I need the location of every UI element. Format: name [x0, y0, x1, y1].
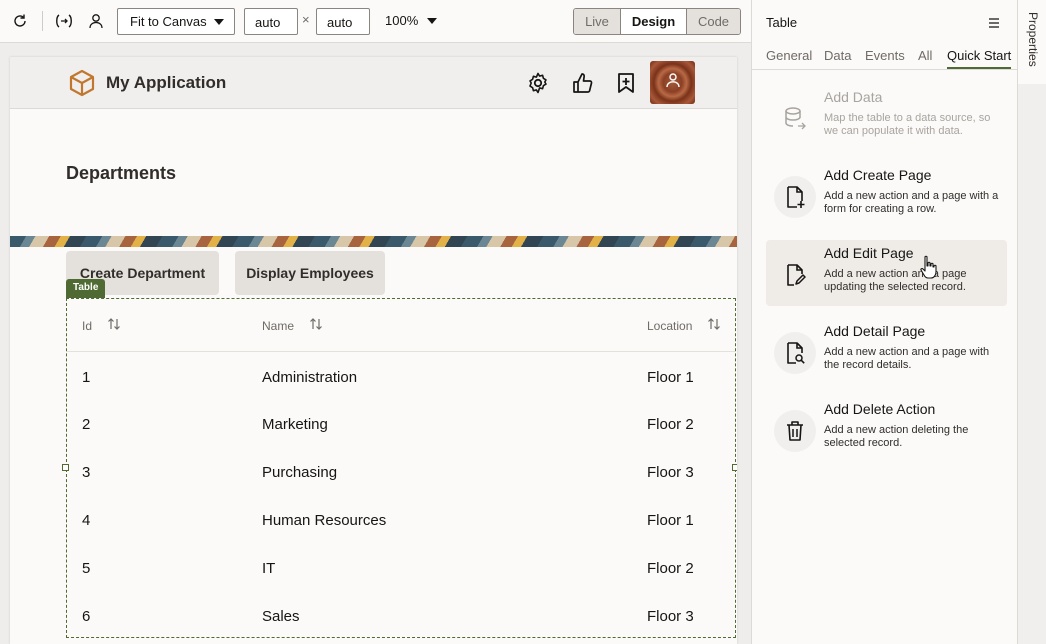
- quick-start-title: Add Detail Page: [824, 323, 926, 339]
- cell-id: 6: [82, 608, 91, 625]
- cell-location: Floor 1: [647, 512, 694, 529]
- zoom-level[interactable]: 100%: [385, 13, 418, 28]
- panel-title: Table: [766, 15, 798, 30]
- tab-quick-start[interactable]: Quick Start: [947, 48, 1012, 69]
- hand-pointer-cursor-icon: [920, 255, 938, 279]
- settings-gear-icon[interactable]: [525, 70, 551, 96]
- table-selection-tag: Table: [66, 279, 106, 298]
- sort-icon[interactable]: [107, 317, 121, 331]
- page-edit-icon: [774, 254, 816, 296]
- thumbs-up-icon[interactable]: [569, 70, 595, 96]
- quick-start-title: Add Create Page: [824, 167, 932, 183]
- cell-location: Floor 2: [647, 416, 694, 433]
- tab-events[interactable]: Events: [865, 48, 905, 63]
- quick-start-description: Map the table to a data source, so we ca…: [824, 112, 991, 137]
- chevron-down-icon: [214, 19, 224, 25]
- cell-name: Sales: [262, 608, 300, 625]
- zoom-dropdown-icon[interactable]: [427, 18, 437, 24]
- properties-side-tab[interactable]: Properties: [1018, 0, 1046, 84]
- refresh-icon[interactable]: [10, 11, 30, 31]
- variable-icon[interactable]: [54, 11, 74, 31]
- cell-name: Purchasing: [262, 464, 338, 481]
- fit-select-value: Fit to Canvas: [130, 14, 207, 29]
- quick-start-add-edit-page[interactable]: Add Edit Page Add a new action and a pag…: [766, 240, 1007, 306]
- cell-id: 1: [82, 369, 91, 386]
- quick-start-add-detail-page[interactable]: Add Detail Page Add a new action and a p…: [766, 318, 1007, 384]
- quick-start-add-data: Add Data Map the table to a data source,…: [766, 84, 1007, 150]
- properties-side-tab-label: Properties: [1026, 12, 1040, 67]
- app-title: My Application: [106, 73, 227, 92]
- cell-location: Floor 1: [647, 369, 694, 386]
- cell-id: 2: [82, 416, 91, 433]
- cell-location: Floor 3: [647, 464, 694, 481]
- quick-start-title: Add Edit Page: [824, 245, 914, 261]
- user-avatar[interactable]: [650, 61, 695, 104]
- quick-start-title: Add Delete Action: [824, 401, 936, 417]
- cell-id: 5: [82, 560, 91, 577]
- tab-general[interactable]: General: [766, 48, 812, 63]
- quick-start-title: Add Data: [824, 89, 883, 105]
- trash-icon: [774, 410, 816, 452]
- tab-divider: [752, 69, 1018, 70]
- app-header: My Application: [10, 57, 737, 109]
- cell-name: IT: [262, 560, 276, 577]
- tab-data[interactable]: Data: [824, 48, 851, 63]
- canvas-height-input[interactable]: auto: [316, 8, 370, 35]
- hamburger-menu-icon[interactable]: [988, 16, 1000, 28]
- toolbar-divider: [42, 11, 43, 31]
- user-avatar-icon: [665, 72, 681, 93]
- cell-name: Human Resources: [262, 512, 387, 529]
- canvas-width-input[interactable]: auto: [244, 8, 298, 35]
- cell-location: Floor 2: [647, 560, 694, 577]
- cell-name: Administration: [262, 369, 358, 386]
- properties-panel: Table General Data Events All Quick Star…: [751, 0, 1018, 644]
- page-add-icon: [774, 176, 816, 218]
- cell-location: Floor 3: [647, 608, 694, 625]
- design-canvas: My Application Departments Create Depart…: [10, 57, 737, 644]
- column-header-id[interactable]: Id: [82, 319, 92, 333]
- quick-start-description: Add a new action deleting the selected r…: [824, 424, 969, 449]
- page-title: Departments: [66, 163, 177, 183]
- page-search-icon: [774, 332, 816, 374]
- table-header-divider: [67, 351, 735, 352]
- column-header-location[interactable]: Location: [647, 319, 692, 333]
- live-mode-button[interactable]: Live: [574, 9, 621, 34]
- quick-start-add-create-page[interactable]: Add Create Page Add a new action and a p…: [766, 162, 1007, 228]
- times-symbol: ×: [302, 12, 310, 27]
- quick-start-description: Add a new action and a page with the rec…: [824, 346, 990, 371]
- display-employees-button[interactable]: Display Employees: [235, 251, 385, 295]
- side-tab-strip: Properties: [1017, 0, 1046, 644]
- column-header-name[interactable]: Name: [262, 319, 294, 333]
- database-icon: [774, 98, 816, 140]
- fit-to-canvas-select[interactable]: Fit to Canvas: [117, 8, 235, 35]
- view-mode-toggle: Live Design Code: [573, 8, 741, 35]
- user-role-icon[interactable]: [86, 11, 106, 31]
- resize-handle-right[interactable]: [732, 464, 737, 471]
- cell-id: 3: [82, 464, 91, 481]
- sort-icon[interactable]: [309, 317, 323, 331]
- app-logo-icon: [68, 69, 96, 97]
- bookmark-add-icon[interactable]: [613, 70, 639, 96]
- decorative-banner: [10, 236, 737, 247]
- sort-icon[interactable]: [707, 317, 721, 331]
- quick-start-description: Add a new action and a page updating the…: [824, 268, 967, 293]
- code-mode-button[interactable]: Code: [687, 9, 740, 34]
- departments-table[interactable]: [66, 298, 736, 638]
- cell-name: Marketing: [262, 416, 328, 433]
- cell-id: 4: [82, 512, 91, 529]
- tab-all[interactable]: All: [918, 48, 932, 63]
- resize-handle-left[interactable]: [62, 464, 69, 471]
- quick-start-add-delete-action[interactable]: Add Delete Action Add a new action delet…: [766, 396, 1007, 462]
- designer-toolbar: Fit to Canvas auto × auto 100% Live Desi…: [0, 0, 751, 43]
- design-mode-button[interactable]: Design: [621, 9, 687, 34]
- quick-start-description: Add a new action and a page with a form …: [824, 190, 999, 215]
